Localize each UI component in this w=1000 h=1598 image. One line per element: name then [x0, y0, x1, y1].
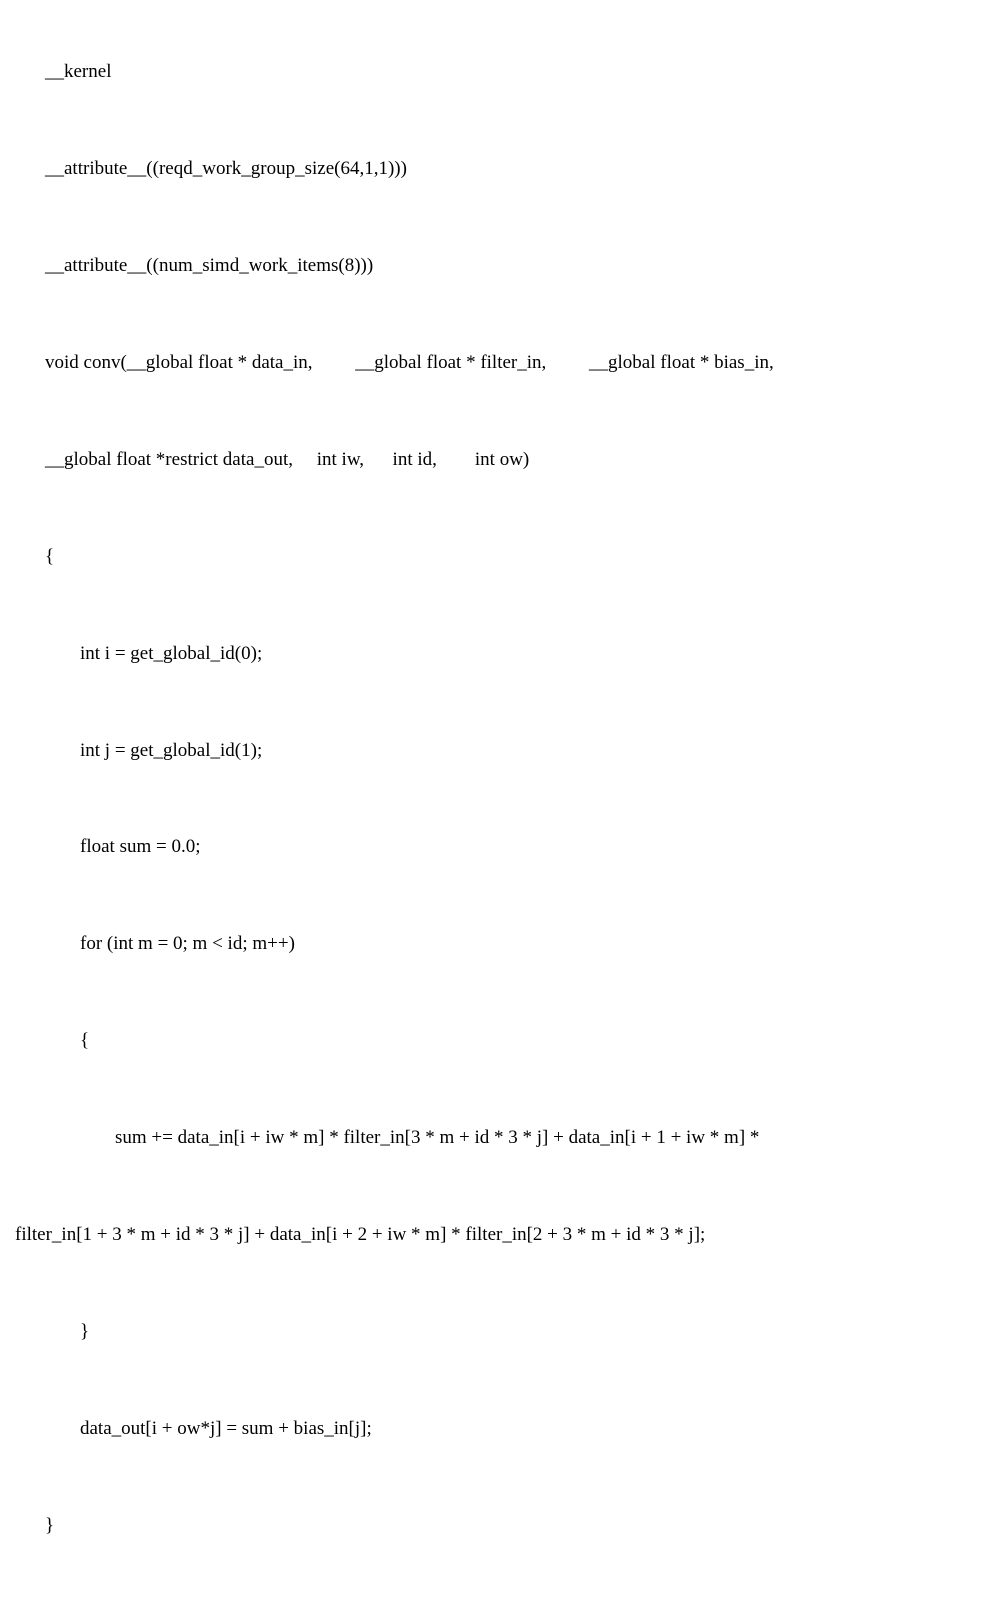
code-line: __kernel	[15, 48, 985, 96]
code-line: sum += data_in[i + iw * m] * filter_in[3…	[15, 1114, 985, 1162]
code-line: }	[15, 1502, 985, 1550]
code-line: {	[15, 1017, 985, 1065]
code-line: __attribute__((num_simd_work_items(8)))	[15, 242, 985, 290]
code-block: __kernel __attribute__((reqd_work_group_…	[0, 0, 1000, 1598]
code-line: void conv(__global float * data_in, __gl…	[15, 339, 985, 387]
code-line: data_out[i + ow*j] = sum + bias_in[j];	[15, 1405, 985, 1453]
code-line: int i = get_global_id(0);	[15, 630, 985, 678]
code-line: }	[15, 1308, 985, 1356]
code-line: float sum = 0.0;	[15, 823, 985, 871]
code-line: __global float *restrict data_out, int i…	[15, 436, 985, 484]
code-line: for (int m = 0; m < id; m++)	[15, 920, 985, 968]
code-line: {	[15, 533, 985, 581]
code-line: filter_in[1 + 3 * m + id * 3 * j] + data…	[15, 1211, 985, 1259]
code-line: int j = get_global_id(1);	[15, 727, 985, 775]
code-line: __attribute__((reqd_work_group_size(64,1…	[15, 145, 985, 193]
